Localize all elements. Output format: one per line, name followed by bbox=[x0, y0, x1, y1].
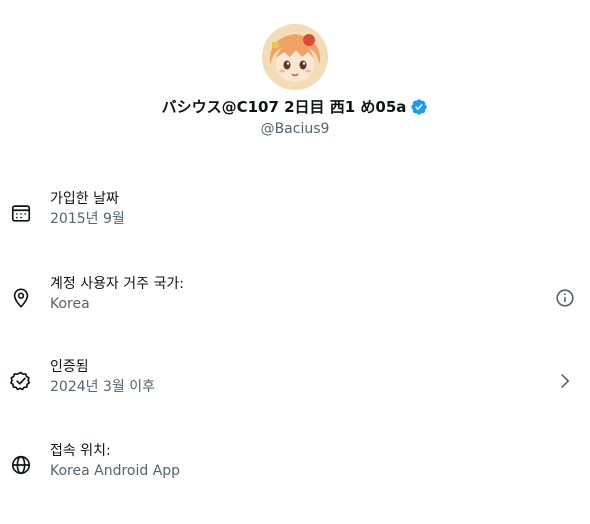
profile-header: バシウス@C107 2日目 西1 め05a @Bacius9 bbox=[0, 24, 590, 137]
verified-label: 인증됨 bbox=[50, 359, 89, 375]
verified-since-value: 2024년 3월 이후 bbox=[50, 379, 155, 395]
joined-date-label: 가입한 날짜 bbox=[50, 191, 119, 207]
verified-row[interactable]: 인증됨 2024년 3월 이후 bbox=[0, 358, 590, 406]
country-text: 계정 사용자 거주 국가: Korea bbox=[50, 275, 184, 314]
name-row: バシウス@C107 2日目 西1 め05a bbox=[0, 96, 590, 117]
calendar-icon bbox=[10, 202, 32, 224]
connected-via-text: 접속 위치: Korea Android App bbox=[50, 442, 180, 481]
location-pin-icon bbox=[10, 287, 32, 309]
connected-via-value: Korea Android App bbox=[50, 463, 181, 479]
country-value: Korea bbox=[50, 296, 90, 312]
chevron-right-icon[interactable] bbox=[554, 370, 576, 392]
display-name[interactable]: バシウス@C107 2日目 西1 め05a bbox=[162, 96, 407, 117]
avatar[interactable] bbox=[262, 24, 328, 90]
handle: @Bacius9 bbox=[260, 121, 330, 137]
joined-date-value: 2015년 9월 bbox=[50, 211, 125, 227]
country-row: 계정 사용자 거주 국가: Korea bbox=[0, 275, 590, 323]
joined-date-row: 가입한 날짜 2015년 9월 bbox=[0, 190, 590, 238]
joined-date-text: 가입한 날짜 2015년 9월 bbox=[50, 190, 125, 229]
anime-avatar-image bbox=[262, 24, 328, 90]
globe-icon bbox=[10, 454, 32, 476]
verified-text: 인증됨 2024년 3월 이후 bbox=[50, 358, 155, 397]
info-icon[interactable] bbox=[554, 287, 576, 309]
verified-badge-icon[interactable] bbox=[410, 98, 428, 116]
country-label: 계정 사용자 거주 국가: bbox=[50, 276, 184, 292]
connected-via-label: 접속 위치: bbox=[50, 443, 111, 459]
connected-via-row: 접속 위치: Korea Android App bbox=[0, 442, 590, 490]
verified-check-icon bbox=[10, 370, 32, 392]
